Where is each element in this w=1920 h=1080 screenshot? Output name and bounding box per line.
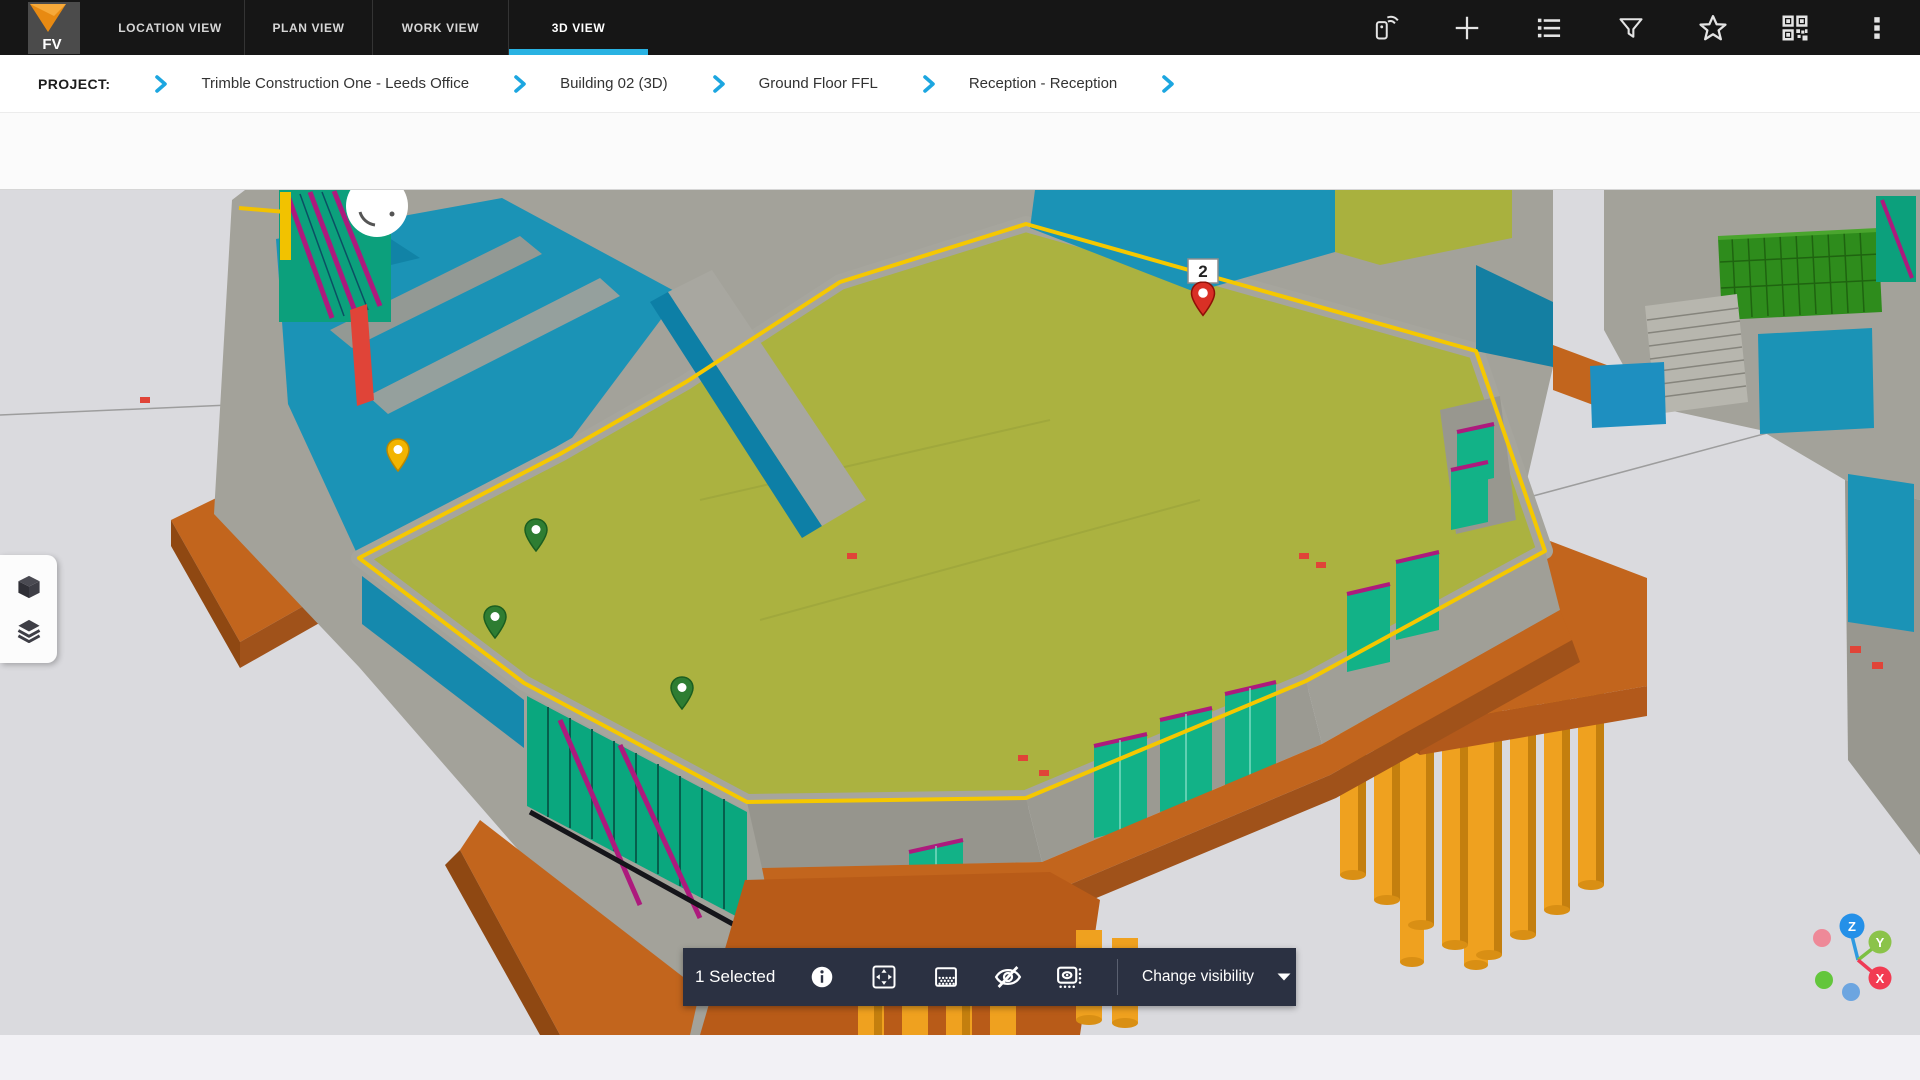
breadcrumb-item-building[interactable]: Building 02 (3D) <box>560 75 668 92</box>
layers-icon[interactable] <box>15 618 43 644</box>
tab-location-view[interactable]: LOCATION VIEW <box>96 0 244 55</box>
add-icon[interactable] <box>1448 9 1486 47</box>
selection-count: 1 Selected <box>695 967 807 987</box>
filter-icon[interactable] <box>1612 9 1650 47</box>
breadcrumb-item-floor[interactable]: Ground Floor FFL <box>759 75 878 92</box>
topbar-actions <box>1366 0 1896 55</box>
marker-badge-text: 2 <box>1198 262 1207 281</box>
breadcrumb-item-project[interactable]: Trimble Construction One - Leeds Office <box>201 75 469 92</box>
selection-action-bar: 1 Selected <box>683 948 1296 1006</box>
app-logo-text: FV <box>42 36 61 53</box>
fit-to-view-icon[interactable] <box>869 962 899 992</box>
task-list-icon[interactable] <box>1530 9 1568 47</box>
app-window: FV LOCATION VIEW PLAN VIEW WORK VIEW 3D … <box>0 0 1920 1080</box>
tab-3d-view[interactable]: 3D VIEW <box>508 0 648 55</box>
axis-x-label: X <box>1876 971 1885 986</box>
tab-work-view[interactable]: WORK VIEW <box>372 0 508 55</box>
axis-z-label: Z <box>1848 919 1856 934</box>
breadcrumb-project-label: PROJECT: <box>38 76 110 92</box>
halftone-icon[interactable] <box>931 962 961 992</box>
app-logo[interactable]: FV <box>28 2 80 54</box>
selection-bar-divider <box>1117 959 1118 995</box>
system-nav-bar <box>0 1035 1920 1080</box>
chevron-right-icon <box>922 74 936 94</box>
info-icon[interactable] <box>807 962 837 992</box>
chevron-right-icon <box>513 74 527 94</box>
3d-model-canvas[interactable]: 2 Z Y X <box>0 190 1920 1035</box>
chevron-right-icon <box>154 74 168 94</box>
qr-code-scan-icon[interactable] <box>1776 9 1814 47</box>
change-visibility-button[interactable]: Change visibility <box>1142 968 1254 986</box>
more-options-icon[interactable] <box>1858 9 1896 47</box>
model-tools-flyout <box>0 555 57 663</box>
change-visibility-caret-icon[interactable] <box>1276 972 1292 982</box>
view-tabs: LOCATION VIEW PLAN VIEW WORK VIEW 3D VIE… <box>96 0 648 55</box>
remote-device-wifi-icon[interactable] <box>1366 9 1404 47</box>
model-toolbar <box>0 113 1920 190</box>
breadcrumb: PROJECT: Trimble Construction One - Leed… <box>0 55 1920 113</box>
axis-y-label: Y <box>1876 935 1885 950</box>
tab-plan-view[interactable]: PLAN VIEW <box>244 0 372 55</box>
hide-eye-slash-icon[interactable] <box>993 962 1023 992</box>
top-app-bar: FV LOCATION VIEW PLAN VIEW WORK VIEW 3D … <box>0 0 1920 55</box>
breadcrumb-item-room[interactable]: Reception - Reception <box>969 75 1117 92</box>
chevron-right-icon <box>1161 74 1175 94</box>
chevron-right-icon <box>712 74 726 94</box>
model-cube-icon[interactable] <box>15 574 43 600</box>
favorite-star-icon[interactable] <box>1694 9 1732 47</box>
snapshot-halftone-icon[interactable] <box>1055 962 1085 992</box>
viewport-3d: 2 Z Y X <box>0 190 1920 1035</box>
